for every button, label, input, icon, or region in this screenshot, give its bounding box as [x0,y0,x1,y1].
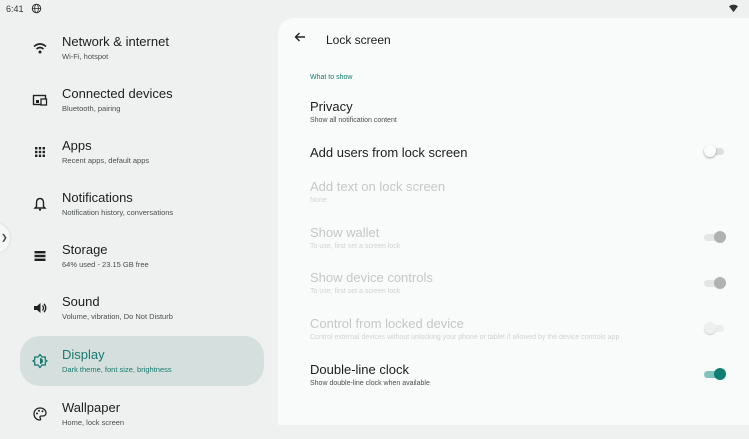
add-users-toggle[interactable] [704,145,726,157]
section-header: What to show [310,74,353,81]
back-arrow-icon[interactable] [292,29,308,45]
toggle-thumb [704,145,716,157]
setting-title: Privacy [310,99,353,114]
toggle-thumb [714,231,726,243]
toggle-thumb [704,322,716,334]
lock-screen-settings: Lock screen What to show Privacy Show al… [278,18,749,425]
bell-icon [33,197,47,211]
setting-subtitle: None [310,197,327,204]
control-locked-device-toggle [704,322,726,334]
nav-item-subtitle: Volume, vibration, Do Not Disturb [62,312,173,321]
nav-item-subtitle: Home, lock screen [62,418,125,427]
setting-subtitle: Show double-line clock when available [310,380,430,387]
setting-subtitle: To use, first set a screen lock [310,288,401,295]
setting-subtitle: Show all notification content [310,117,397,124]
palette-icon [33,407,47,421]
speaker-icon [34,303,47,313]
settings-nav: Network & internet Wi-Fi, hotspot Connec… [0,18,278,427]
nav-item-subtitle: Wi-Fi, hotspot [62,52,109,61]
chevron-right-icon: ❯ [1,233,8,242]
nav-item-sound[interactable]: Sound Volume, vibration, Do Not Disturb [20,283,264,333]
setting-title: Double-line clock [310,362,409,377]
storage-icon [34,251,46,261]
nav-item-title: Display [62,347,105,362]
nav-item-connected-devices[interactable]: Connected devices Bluetooth, pairing [20,75,264,125]
display-brightness-icon [32,353,48,369]
nav-item-notifications[interactable]: Notifications Notification history, conv… [20,179,264,229]
double-line-clock-toggle[interactable] [704,368,726,380]
status-time: 6:41 [6,4,24,14]
toggle-thumb [714,277,726,289]
setting-show-wallet: Show wallet To use, first set a screen l… [278,225,749,265]
nav-item-title: Network & internet [62,34,169,49]
nav-item-subtitle: 64% used - 23.15 GB free [62,260,149,269]
connected-devices-icon [32,94,48,106]
status-bar: 6:41 [0,0,749,18]
nav-item-title: Notifications [62,190,133,205]
setting-title: Control from locked device [310,316,464,331]
back-gesture-handle[interactable]: ❯ [0,223,10,253]
setting-title: Show wallet [310,225,380,240]
nav-item-storage[interactable]: Storage 64% used - 23.15 GB free [20,231,264,281]
show-wallet-toggle [704,231,726,243]
nav-item-subtitle: Bluetooth, pairing [62,104,121,113]
nav-item-subtitle: Notification history, conversations [62,208,174,217]
setting-title: Add users from lock screen [310,145,468,160]
setting-double-line-clock[interactable]: Double-line clock Show double-line clock… [278,362,749,402]
nav-item-title: Connected devices [62,86,173,101]
setting-control-locked-device: Control from locked device Control exter… [278,316,749,356]
nav-item-title: Sound [62,294,100,309]
nav-item-subtitle: Recent apps, default apps [62,156,150,165]
toggle-thumb [714,368,726,380]
globe-icon [31,3,42,14]
setting-subtitle: Control external devices without unlocki… [310,334,620,341]
nav-item-apps[interactable]: Apps Recent apps, default apps [20,127,264,177]
setting-privacy[interactable]: Privacy Show all notification content [278,99,749,139]
setting-title: Add text on lock screen [310,179,446,194]
apps-grid-icon [35,147,45,157]
setting-title: Show device controls [310,270,433,285]
nav-item-display[interactable]: Display Dark theme, font size, brightnes… [20,336,264,386]
setting-subtitle: To use, first set a screen lock [310,243,401,250]
nav-item-title: Storage [62,242,108,257]
nav-item-title: Wallpaper [62,400,121,415]
wifi-signal-icon [729,4,738,13]
nav-item-subtitle: Dark theme, font size, brightness [62,365,172,374]
nav-item-wallpaper[interactable]: Wallpaper Home, lock screen [20,389,264,439]
setting-add-text: Add text on lock screen None [278,179,749,219]
page-title: Lock screen [326,33,391,47]
wifi-icon [33,43,47,54]
nav-item-network[interactable]: Network & internet Wi-Fi, hotspot [20,23,264,73]
setting-show-device-controls: Show device controls To use, first set a… [278,270,749,310]
nav-item-title: Apps [62,138,92,153]
device-controls-toggle [704,277,726,289]
